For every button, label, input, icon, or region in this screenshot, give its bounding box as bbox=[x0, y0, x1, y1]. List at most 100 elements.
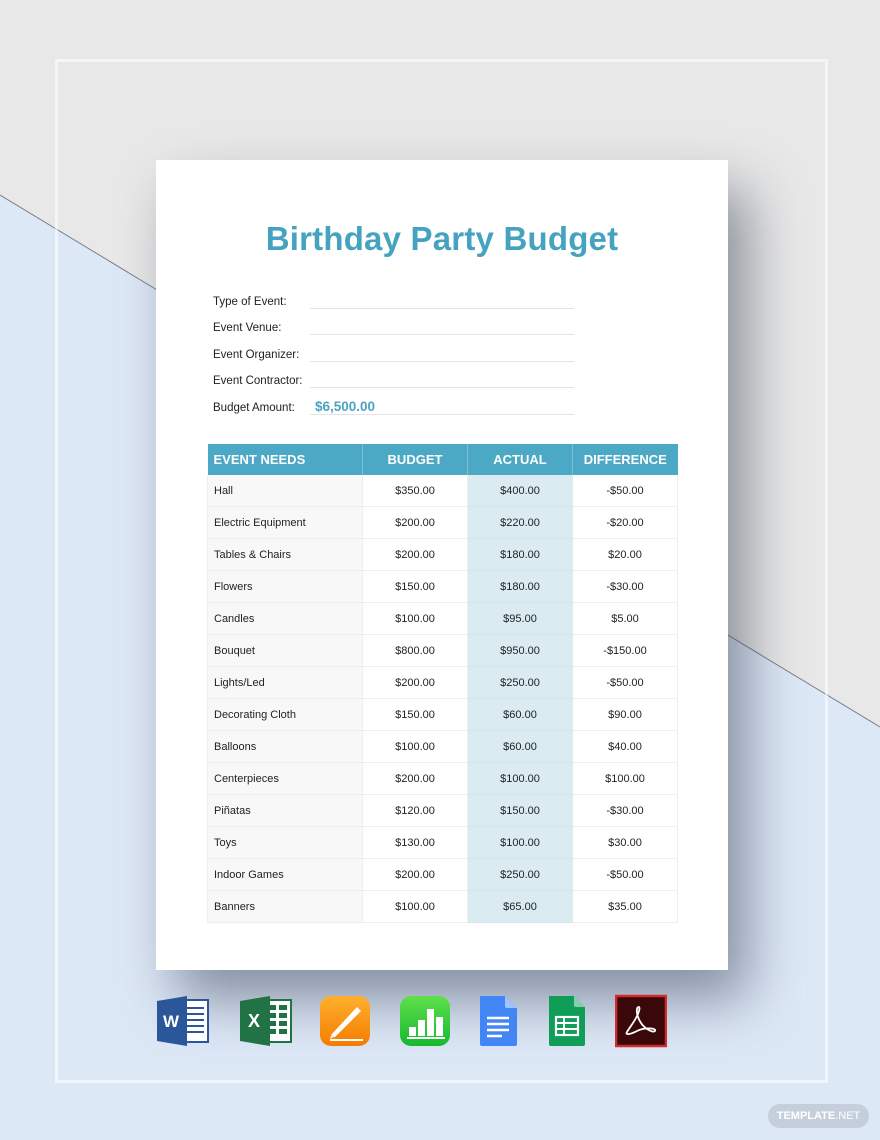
need-cell[interactable]: Candles bbox=[207, 602, 363, 635]
actual-cell[interactable]: $150.00 bbox=[467, 794, 573, 827]
apple-pages-icon[interactable] bbox=[319, 994, 371, 1048]
need-cell[interactable]: Indoor Games bbox=[207, 858, 363, 891]
google-docs-icon[interactable] bbox=[477, 994, 519, 1048]
table-row: Indoor Games $200.00 $250.00 -$50.00 bbox=[207, 858, 678, 891]
budget-cell[interactable]: $100.00 bbox=[362, 890, 468, 923]
watermark-suffix: .NET bbox=[835, 1110, 861, 1122]
need-cell[interactable]: Hall bbox=[207, 475, 363, 507]
need-cell[interactable]: Toys bbox=[207, 826, 363, 859]
difference-cell[interactable]: -$30.00 bbox=[572, 794, 678, 827]
svg-text:W: W bbox=[163, 1012, 180, 1031]
need-cell[interactable]: Decorating Cloth bbox=[207, 698, 363, 731]
difference-cell[interactable]: $40.00 bbox=[572, 730, 678, 763]
field-label: Event Contractor: bbox=[213, 375, 303, 387]
field-label: Event Venue: bbox=[213, 322, 282, 334]
budget-amount-value[interactable]: $6,500.00 bbox=[315, 399, 375, 414]
table-row: Electric Equipment $200.00 $220.00 -$20.00 bbox=[207, 506, 678, 539]
header-event-needs: EVENT NEEDS bbox=[207, 444, 363, 475]
table-row: Bouquet $800.00 $950.00 -$150.00 bbox=[207, 634, 678, 667]
field-underline bbox=[310, 387, 574, 388]
difference-cell[interactable]: $90.00 bbox=[572, 698, 678, 731]
difference-cell[interactable]: $30.00 bbox=[572, 826, 678, 859]
field-underline bbox=[310, 361, 574, 362]
budget-cell[interactable]: $200.00 bbox=[362, 506, 468, 539]
budget-cell[interactable]: $150.00 bbox=[362, 698, 468, 731]
difference-cell[interactable]: -$50.00 bbox=[572, 858, 678, 891]
field-label: Event Organizer: bbox=[213, 349, 300, 361]
table-row: Hall $350.00 $400.00 -$50.00 bbox=[207, 475, 678, 507]
field-underline bbox=[310, 308, 574, 309]
actual-cell[interactable]: $250.00 bbox=[467, 858, 573, 891]
actual-cell[interactable]: $65.00 bbox=[467, 890, 573, 923]
budget-cell[interactable]: $800.00 bbox=[362, 634, 468, 667]
difference-cell[interactable]: -$50.00 bbox=[572, 666, 678, 699]
field-underline bbox=[310, 414, 574, 415]
header-actual: ACTUAL bbox=[467, 444, 573, 475]
need-cell[interactable]: Piñatas bbox=[207, 794, 363, 827]
need-cell[interactable]: Tables & Chairs bbox=[207, 538, 363, 571]
difference-cell[interactable]: $35.00 bbox=[572, 890, 678, 923]
table-row: Decorating Cloth $150.00 $60.00 $90.00 bbox=[207, 698, 678, 731]
actual-cell[interactable]: $180.00 bbox=[467, 570, 573, 603]
microsoft-word-icon[interactable]: W bbox=[156, 994, 210, 1048]
actual-cell[interactable]: $400.00 bbox=[467, 475, 573, 507]
budget-cell[interactable]: $100.00 bbox=[362, 730, 468, 763]
document-title: Birthday Party Budget bbox=[265, 220, 619, 257]
budget-table: EVENT NEEDS BUDGET ACTUAL DIFFERENCE Hal… bbox=[207, 444, 678, 923]
actual-cell[interactable]: $220.00 bbox=[467, 506, 573, 539]
budget-cell[interactable]: $150.00 bbox=[362, 570, 468, 603]
actual-cell[interactable]: $100.00 bbox=[467, 762, 573, 795]
actual-cell[interactable]: $180.00 bbox=[467, 538, 573, 571]
difference-cell[interactable]: -$50.00 bbox=[572, 475, 678, 507]
table-row: Banners $100.00 $65.00 $35.00 bbox=[207, 890, 678, 923]
budget-cell[interactable]: $200.00 bbox=[362, 858, 468, 891]
apple-numbers-icon[interactable] bbox=[399, 994, 451, 1048]
budget-cell[interactable]: $120.00 bbox=[362, 794, 468, 827]
table-row: Lights/Led $200.00 $250.00 -$50.00 bbox=[207, 666, 678, 699]
svg-text:X: X bbox=[248, 1011, 260, 1031]
difference-cell[interactable]: -$150.00 bbox=[572, 634, 678, 667]
actual-cell[interactable]: $60.00 bbox=[467, 698, 573, 731]
actual-cell[interactable]: $60.00 bbox=[467, 730, 573, 763]
template-net-watermark[interactable]: TEMPLATE.NET bbox=[768, 1104, 869, 1128]
need-cell[interactable]: Flowers bbox=[207, 570, 363, 603]
table-row: Balloons $100.00 $60.00 $40.00 bbox=[207, 730, 678, 763]
table-body: Hall $350.00 $400.00 -$50.00 Electric Equipm… bbox=[207, 475, 678, 923]
actual-cell[interactable]: $95.00 bbox=[467, 602, 573, 635]
difference-cell[interactable]: $5.00 bbox=[572, 602, 678, 635]
field-label: Budget Amount: bbox=[213, 402, 295, 414]
difference-cell[interactable]: -$30.00 bbox=[572, 570, 678, 603]
difference-cell[interactable]: -$20.00 bbox=[572, 506, 678, 539]
need-cell[interactable]: Bouquet bbox=[207, 634, 363, 667]
actual-cell[interactable]: $950.00 bbox=[467, 634, 573, 667]
table-row: Toys $130.00 $100.00 $30.00 bbox=[207, 826, 678, 859]
actual-cell[interactable]: $250.00 bbox=[467, 666, 573, 699]
format-icons-bar: W X bbox=[0, 994, 880, 1050]
field-label: Type of Event: bbox=[213, 296, 287, 308]
budget-cell[interactable]: $200.00 bbox=[362, 666, 468, 699]
table-row: Flowers $150.00 $180.00 -$30.00 bbox=[207, 570, 678, 603]
budget-cell[interactable]: $100.00 bbox=[362, 602, 468, 635]
microsoft-excel-icon[interactable]: X bbox=[239, 994, 293, 1048]
table-row: Tables & Chairs $200.00 $180.00 $20.00 bbox=[207, 538, 678, 571]
table-header-row: EVENT NEEDS BUDGET ACTUAL DIFFERENCE bbox=[207, 444, 678, 475]
field-underline bbox=[310, 334, 574, 335]
table-row: Centerpieces $200.00 $100.00 $100.00 bbox=[207, 762, 678, 795]
actual-cell[interactable]: $100.00 bbox=[467, 826, 573, 859]
difference-cell[interactable]: $100.00 bbox=[572, 762, 678, 795]
header-budget: BUDGET bbox=[362, 444, 468, 475]
budget-cell[interactable]: $350.00 bbox=[362, 475, 468, 507]
need-cell[interactable]: Centerpieces bbox=[207, 762, 363, 795]
need-cell[interactable]: Lights/Led bbox=[207, 666, 363, 699]
adobe-pdf-icon[interactable] bbox=[615, 994, 667, 1048]
need-cell[interactable]: Banners bbox=[207, 890, 363, 923]
google-sheets-icon[interactable] bbox=[547, 994, 587, 1048]
budget-cell[interactable]: $130.00 bbox=[362, 826, 468, 859]
difference-cell[interactable]: $20.00 bbox=[572, 538, 678, 571]
need-cell[interactable]: Electric Equipment bbox=[207, 506, 363, 539]
need-cell[interactable]: Balloons bbox=[207, 730, 363, 763]
budget-cell[interactable]: $200.00 bbox=[362, 538, 468, 571]
header-difference: DIFFERENCE bbox=[572, 444, 678, 475]
table-row: Candles $100.00 $95.00 $5.00 bbox=[207, 602, 678, 635]
budget-cell[interactable]: $200.00 bbox=[362, 762, 468, 795]
